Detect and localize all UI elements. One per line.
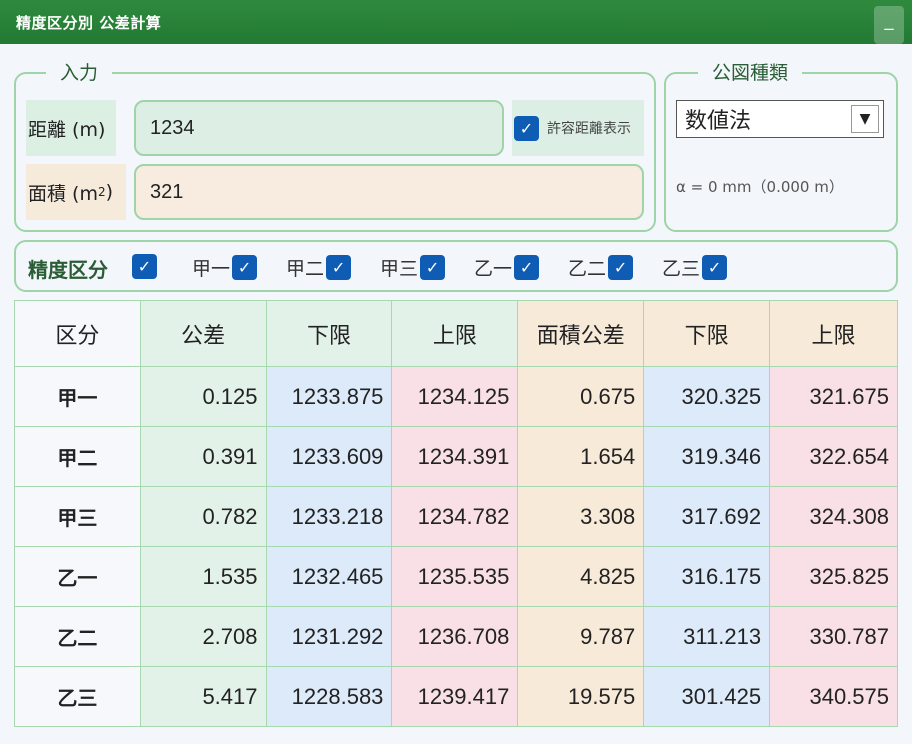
minimize-button[interactable]: _ [874,6,904,44]
area-input[interactable]: 321 [134,164,644,220]
checkmark-icon: ✓ [420,255,446,280]
upper-cell: 1234.782 [391,486,519,547]
area-label: 面積 (m 2) [26,164,126,220]
grade-item-ko3[interactable]: 甲三 ✓ [380,254,446,281]
table-row: 甲三 0.782 1233.218 1234.782 3.308 317.692… [14,486,898,547]
upper-cell: 1239.417 [391,666,519,727]
row-grade-cell: 乙二 [14,606,141,667]
map-type-legend: 公図種類 [698,58,803,85]
grade-title: 精度区分 [28,258,108,282]
area-lower-cell: 320.325 [643,366,771,427]
checkmark-icon: ✓ [232,255,258,280]
checkmark-icon: ✓ [702,255,728,280]
area-tolerance-cell: 3.308 [517,486,645,547]
area-upper-cell: 322.654 [769,426,898,487]
checkmark-icon: ✓ [514,255,540,280]
area-tolerance-cell: 0.675 [517,366,645,427]
lower-cell: 1233.875 [265,366,393,427]
area-lower-cell: 311.213 [643,606,771,667]
tolerance-cell: 0.782 [139,486,267,547]
area-tolerance-cell: 9.787 [517,606,645,667]
grade-item-otsu1[interactable]: 乙一 ✓ [474,254,540,281]
column-header: 下限 [643,300,771,367]
upper-cell: 1235.535 [391,546,519,607]
grade-item-ko2[interactable]: 甲二 ✓ [286,254,352,281]
upper-cell: 1234.391 [391,426,519,487]
checkmark-icon: ✓ [608,255,634,280]
row-grade-cell: 甲二 [14,426,141,487]
area-tolerance-cell: 19.575 [517,666,645,727]
area-upper-cell: 330.787 [769,606,898,667]
table-header-row: 区分 公差 下限 上限 面積公差 下限 上限 [14,300,898,367]
column-header: 上限 [391,300,519,367]
area-tolerance-cell: 4.825 [517,546,645,607]
column-header: 下限 [265,300,393,367]
checkmark-icon: ✓ [326,255,352,280]
column-header: 面積公差 [517,300,645,367]
area-lower-cell: 317.692 [643,486,771,547]
tolerance-cell: 1.535 [139,546,267,607]
area-lower-cell: 301.425 [643,666,771,727]
results-table: 区分 公差 下限 上限 面積公差 下限 上限 甲一 0.125 1233.875… [14,300,898,727]
alpha-readout: α = 0 mm（0.000 m） [676,178,844,196]
table-row: 乙三 5.417 1228.583 1239.417 19.575 301.42… [14,666,898,727]
area-upper-cell: 324.308 [769,486,898,547]
table-row: 甲二 0.391 1233.609 1234.391 1.654 319.346… [14,426,898,487]
column-header: 区分 [14,300,141,367]
distance-label: 距離 (m) [26,100,116,156]
show-tolerance-toggle[interactable]: ✓ 許容距離表示 [512,100,644,156]
map-type-select[interactable]: 数値法 ▼ [676,100,884,138]
column-header: 公差 [139,300,267,367]
row-grade-cell: 乙一 [14,546,141,607]
map-type-panel: 公図種類 [664,58,898,232]
tolerance-cell: 0.125 [139,366,267,427]
area-upper-cell: 325.825 [769,546,898,607]
upper-cell: 1234.125 [391,366,519,427]
row-grade-cell: 甲一 [14,366,141,427]
grade-panel: 精度区分 ✓ 甲一 ✓ 甲二 ✓ 甲三 ✓ 乙一 ✓ 乙二 ✓ 乙三 ✓ [14,240,898,292]
lower-cell: 1233.218 [265,486,393,547]
checkmark-icon: ✓ [514,115,539,141]
table-row: 甲一 0.125 1233.875 1234.125 0.675 320.325… [14,366,898,427]
table-row: 乙一 1.535 1232.465 1235.535 4.825 316.175… [14,546,898,607]
input-legend: 入力 [46,58,113,85]
chevron-down-icon[interactable]: ▼ [851,105,879,133]
grade-item-ko1[interactable]: 甲一 ✓ [192,254,258,281]
table-row: 乙二 2.708 1231.292 1236.708 9.787 311.213… [14,606,898,667]
area-lower-cell: 319.346 [643,426,771,487]
distance-input[interactable]: 1234 [134,100,504,156]
upper-cell: 1236.708 [391,606,519,667]
grade-all-checkbox[interactable]: ✓ [132,254,157,279]
row-grade-cell: 甲三 [14,486,141,547]
area-upper-cell: 340.575 [769,666,898,727]
tolerance-cell: 0.391 [139,426,267,487]
show-tolerance-label: 許容距離表示 [547,121,631,137]
row-grade-cell: 乙三 [14,666,141,727]
tolerance-cell: 5.417 [139,666,267,727]
title-bar: 精度区分別 公差計算 _ [0,0,912,44]
column-header: 上限 [769,300,898,367]
lower-cell: 1233.609 [265,426,393,487]
area-tolerance-cell: 1.654 [517,426,645,487]
lower-cell: 1228.583 [265,666,393,727]
area-upper-cell: 321.675 [769,366,898,427]
window-title: 精度区分別 公差計算 [16,14,162,32]
area-lower-cell: 316.175 [643,546,771,607]
grade-item-otsu2[interactable]: 乙二 ✓ [568,254,634,281]
tolerance-cell: 2.708 [139,606,267,667]
lower-cell: 1232.465 [265,546,393,607]
lower-cell: 1231.292 [265,606,393,667]
grade-item-otsu3[interactable]: 乙三 ✓ [662,254,728,281]
